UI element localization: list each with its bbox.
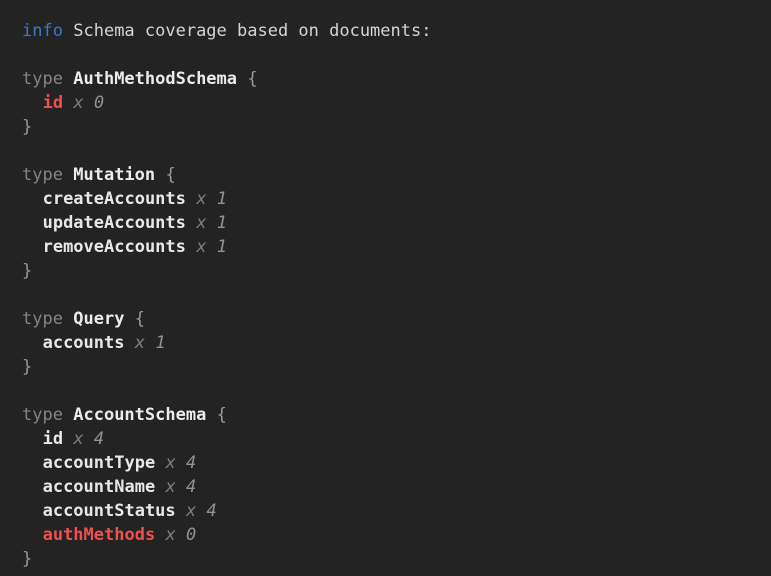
info-message: Schema coverage based on documents:	[73, 19, 431, 43]
hit-count: 1	[155, 331, 165, 355]
multiplier: x	[196, 211, 206, 235]
terminal-output: info Schema coverage based on documents:…	[0, 0, 771, 571]
field-line: createAccounts x 1	[22, 187, 771, 211]
type-name: AuthMethodSchema	[73, 67, 237, 91]
multiplier: x	[135, 331, 145, 355]
type-header-line: type AuthMethodSchema {	[22, 67, 771, 91]
hit-count: 0	[186, 523, 196, 547]
hit-count: 4	[207, 499, 217, 523]
field-line: authMethods x 0	[22, 523, 771, 547]
multiplier: x	[73, 427, 83, 451]
type-header-line: type Query {	[22, 307, 771, 331]
type-header-line: type AccountSchema {	[22, 403, 771, 427]
field-line: accountType x 4	[22, 451, 771, 475]
field-line: id x 4	[22, 427, 771, 451]
field-name: createAccounts	[43, 187, 186, 211]
type-keyword: type	[22, 67, 63, 91]
close-brace: }	[22, 355, 32, 379]
info-label: info	[22, 19, 63, 43]
type-block-authmethodschema: type AuthMethodSchema { id x 0 }	[22, 67, 771, 139]
field-name: accountType	[43, 451, 156, 475]
field-line: accountName x 4	[22, 475, 771, 499]
type-keyword: type	[22, 307, 63, 331]
hit-count: 1	[217, 211, 227, 235]
type-keyword: type	[22, 163, 63, 187]
multiplier: x	[165, 523, 175, 547]
close-brace: }	[22, 115, 32, 139]
field-line: updateAccounts x 1	[22, 211, 771, 235]
close-brace: }	[22, 259, 32, 283]
multiplier: x	[196, 235, 206, 259]
field-name: accounts	[43, 331, 125, 355]
multiplier: x	[165, 475, 175, 499]
type-close-line: }	[22, 547, 771, 571]
type-close-line: }	[22, 259, 771, 283]
multiplier: x	[186, 499, 196, 523]
field-name: id	[43, 91, 63, 115]
hit-count: 4	[186, 451, 196, 475]
hit-count: 0	[94, 91, 104, 115]
type-keyword: type	[22, 403, 63, 427]
field-name: updateAccounts	[43, 211, 186, 235]
open-brace: {	[217, 403, 227, 427]
field-line: accountStatus x 4	[22, 499, 771, 523]
field-line: removeAccounts x 1	[22, 235, 771, 259]
hit-count: 4	[94, 427, 104, 451]
multiplier: x	[165, 451, 175, 475]
type-name: AccountSchema	[73, 403, 206, 427]
open-brace: {	[247, 67, 257, 91]
type-block-query: type Query { accounts x 1 }	[22, 307, 771, 379]
type-close-line: }	[22, 115, 771, 139]
type-block-accountschema: type AccountSchema { id x 4 accountType …	[22, 403, 771, 571]
type-block-mutation: type Mutation { createAccounts x 1 updat…	[22, 163, 771, 283]
field-name: removeAccounts	[43, 235, 186, 259]
close-brace: }	[22, 547, 32, 571]
multiplier: x	[73, 91, 83, 115]
type-close-line: }	[22, 355, 771, 379]
field-line: id x 0	[22, 91, 771, 115]
field-name: accountName	[43, 475, 156, 499]
multiplier: x	[196, 187, 206, 211]
type-name: Query	[73, 307, 124, 331]
field-name: accountStatus	[43, 499, 176, 523]
type-header-line: type Mutation {	[22, 163, 771, 187]
type-name: Mutation	[73, 163, 155, 187]
field-name: authMethods	[43, 523, 156, 547]
field-line: accounts x 1	[22, 331, 771, 355]
hit-count: 1	[217, 235, 227, 259]
info-line: info Schema coverage based on documents:	[22, 19, 771, 43]
field-name: id	[43, 427, 63, 451]
hit-count: 4	[186, 475, 196, 499]
open-brace: {	[165, 163, 175, 187]
hit-count: 1	[217, 187, 227, 211]
open-brace: {	[135, 307, 145, 331]
